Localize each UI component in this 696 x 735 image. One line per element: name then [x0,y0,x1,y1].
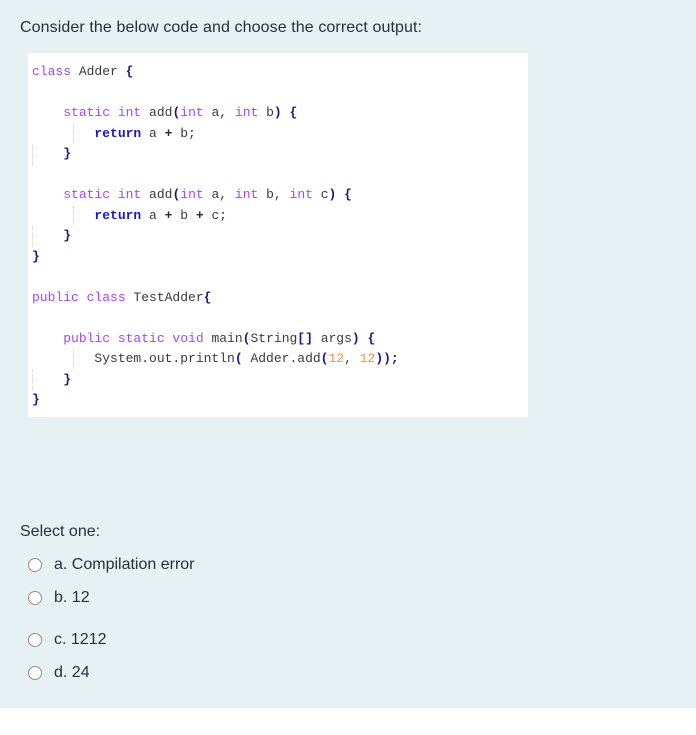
code-line: } [28,226,528,247]
code-line: } [28,390,528,411]
code-token: b [266,105,274,120]
code-token: } [63,146,72,161]
code-token: static int [63,187,150,202]
code-token: public static void [63,330,212,346]
code-token: { [203,289,212,305]
answer-option-c-label: c. 1212 [54,631,107,648]
code-line: static int add(int a, int b) { [28,103,528,124]
code-token: TestAdder [133,289,204,305]
code-line: public static void main(String[] args) { [28,329,528,350]
code-token: main [211,330,243,346]
answer-option-a[interactable]: a. Compilation error [28,554,195,576]
code-listing: class Adder { static int add(int a, int … [28,53,528,411]
code-token: a, [211,187,235,202]
code-token: a [141,207,165,223]
code-token: ) { [351,330,376,346]
answer-option-c[interactable]: c. 1212 [28,629,106,651]
code-token: b; [172,125,196,141]
answer-option-b-label: b. 12 [54,589,90,606]
code-token: int [234,187,267,202]
code-token: System.out.println [32,351,235,366]
quiz-question-page: Consider the below code and choose the c… [0,0,696,708]
radio-button-c[interactable] [28,633,42,647]
code-token: int [180,187,212,202]
radio-button-d[interactable] [28,666,42,680]
code-token: 12 [328,351,345,366]
code-token: , [344,351,360,366]
radio-button-b[interactable] [28,591,42,605]
code-line: return a + b + c; [28,205,528,227]
code-token: static int [63,105,150,120]
code-token: b [172,207,196,223]
answer-option-b[interactable]: b. 12 [28,587,90,609]
code-token: 12 [359,351,376,366]
code-token: } [63,228,72,243]
answer-option-a-label: a. Compilation error [54,556,195,573]
code-line: public class TestAdder{ [28,288,528,309]
code-line: } [28,369,528,391]
code-token: } [63,371,72,387]
code-token: { [125,64,134,79]
code-token: return [94,207,142,223]
code-block: class Adder { static int add(int a, int … [28,53,528,417]
code-line: static int add(int a, int b, int c) { [28,185,528,206]
code-token: c [320,187,329,202]
code-token: public class [32,289,134,305]
code-token: class [32,64,79,79]
code-line: } [28,144,528,165]
code-token: ( [234,351,243,366]
code-token: Adder [78,64,126,79]
code-token: a, [211,105,235,120]
code-line: System.out.println( Adder.add(12, 12)); [28,349,528,370]
code-token: c; [203,207,228,223]
answer-option-d-label: d. 24 [54,664,90,681]
code-token: ) { [273,105,298,120]
select-one-label: Select one: [20,523,101,540]
code-token: Adder.add [242,351,321,366]
code-token: String [250,330,298,346]
code-line: return a + b; [28,123,528,145]
code-token: } [32,248,40,264]
code-token: + [195,207,204,223]
code-token: } [32,392,40,407]
question-text: Consider the below code and choose the c… [20,19,423,36]
code-token: int [289,187,321,202]
code-token: int [234,105,267,120]
code-token: add [149,187,173,202]
answer-option-d[interactable]: d. 24 [28,662,90,684]
code-token: int [180,105,212,120]
code-token: a [141,125,165,141]
page-bottom-strip [0,708,696,735]
code-token: [] [297,330,313,346]
radio-button-a[interactable] [28,558,42,572]
code-token: )); [375,351,399,366]
code-token: args [312,330,352,346]
code-token: return [94,125,142,141]
code-token: ) { [328,187,352,202]
code-line: } [28,247,528,268]
code-token: b, [266,187,290,202]
code-token: add [149,105,173,120]
code-line: class Adder { [28,62,528,83]
